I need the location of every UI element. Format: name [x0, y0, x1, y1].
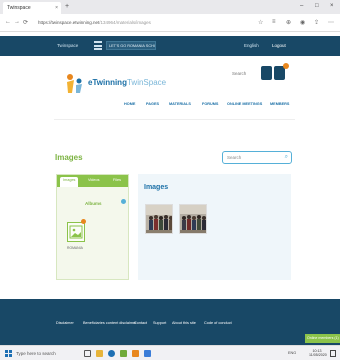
- browser-tab-title: Twinspace: [7, 5, 31, 11]
- edge-browser-icon[interactable]: [108, 350, 115, 357]
- menu-forums[interactable]: FORUMS: [202, 102, 218, 106]
- images-panel: Images: [138, 174, 291, 280]
- group-photo: [146, 205, 172, 233]
- logo-text-twinspace: TwinSpace: [126, 78, 167, 87]
- url-host: https://twinspace.etwinning.net: [38, 20, 100, 25]
- tab-videos[interactable]: Videos: [88, 178, 100, 182]
- notification-center-icon[interactable]: [330, 350, 336, 357]
- windows-taskbar: Type here to search ENG 10:13 11/05/2020: [0, 345, 340, 360]
- search-icon[interactable]: ⌕: [285, 154, 288, 161]
- online-members-badge[interactable]: Online members (1): [305, 334, 340, 343]
- main-content: Images Search ⌕ Images Videos Files Albu…: [0, 121, 340, 299]
- footer-link-disclaimer[interactable]: Disclaimer: [56, 321, 74, 325]
- album-name[interactable]: ROMANIA: [67, 246, 83, 250]
- app-icon[interactable]: [132, 350, 139, 357]
- reading-icon[interactable]: ≡: [272, 19, 276, 25]
- media-tabs: Images Videos Files: [57, 175, 128, 187]
- task-view-icon[interactable]: [84, 350, 91, 357]
- close-tab-icon[interactable]: ×: [55, 5, 58, 11]
- image-placeholder-icon: [69, 225, 83, 239]
- site-footer: Disclaimer Beneficiaries content disclai…: [0, 299, 340, 345]
- collections-icon[interactable]: ⊕: [286, 19, 291, 26]
- etwinning-logo[interactable]: eTwinningTwinSpace: [64, 73, 174, 95]
- file-explorer-icon[interactable]: [96, 350, 103, 357]
- forward-button[interactable]: →: [14, 19, 20, 25]
- star-icon[interactable]: ☆: [258, 19, 263, 26]
- search-placeholder: Search: [227, 155, 242, 160]
- new-tab-button[interactable]: +: [65, 3, 69, 11]
- menu-members[interactable]: MEMBERS: [270, 102, 289, 106]
- footer-link-beneficiaries[interactable]: Beneficiaries content disclaimer: [83, 321, 136, 325]
- image-thumbnail[interactable]: [145, 204, 173, 234]
- share-icon[interactable]: ⇪: [314, 19, 319, 26]
- clock-date: 11/05/2020: [309, 353, 327, 358]
- header-search-link[interactable]: Search: [232, 71, 246, 76]
- menu-online-meetings[interactable]: ONLINE MEETINGS: [227, 102, 262, 106]
- albums-label: Albums: [85, 201, 102, 206]
- url-input[interactable]: https://twinspace.etwinning.net/134964/m…: [38, 18, 238, 28]
- twinspace-select[interactable]: LET'S GO ROMANIA SCHOOL: [106, 41, 156, 50]
- language-select[interactable]: English: [244, 43, 259, 48]
- tab-files[interactable]: Files: [113, 178, 121, 182]
- group-photo: [180, 205, 206, 233]
- browser-tabbar: Twinspace × + – □ ×: [0, 0, 340, 14]
- maximize-button[interactable]: □: [315, 3, 319, 9]
- app-icon-2[interactable]: [144, 350, 151, 357]
- menu-materials[interactable]: MATERIALS: [169, 102, 191, 106]
- footer-link-about[interactable]: About this site: [172, 321, 196, 325]
- profile-icon[interactable]: ◉: [300, 19, 305, 26]
- album-badge: [81, 219, 86, 224]
- tab-images[interactable]: Images: [60, 177, 79, 187]
- image-thumbnail[interactable]: [179, 204, 207, 234]
- system-tray[interactable]: ENG: [288, 351, 296, 355]
- logout-link[interactable]: Logout: [272, 43, 286, 48]
- footer-link-code-of-conduct[interactable]: Code of conduct: [204, 321, 232, 325]
- windows-start-icon[interactable]: [5, 350, 12, 357]
- album-item[interactable]: [67, 222, 85, 242]
- notification-badge: [283, 63, 289, 69]
- images-panel-title: Images: [144, 184, 169, 191]
- albums-panel: Images Videos Files Albums ROMANIA: [56, 174, 129, 280]
- logo-text-etwinning: eTwinning: [88, 78, 127, 87]
- page-title: Images: [55, 153, 83, 162]
- browser-tab[interactable]: Twinspace ×: [3, 2, 61, 14]
- site-topbar: Twinspace LET'S GO ROMANIA SCHOOL Englis…: [0, 36, 340, 56]
- reload-button[interactable]: ⟳: [23, 19, 28, 26]
- taskbar-search[interactable]: Type here to search: [16, 349, 71, 358]
- close-window-button[interactable]: ×: [330, 3, 334, 9]
- logo-figure-icon: [67, 74, 82, 93]
- footer-links: Disclaimer Beneficiaries content disclai…: [56, 321, 276, 327]
- footer-link-support[interactable]: Support: [153, 321, 166, 325]
- site-header: eTwinningTwinSpace Search HOME PAGES MAT…: [54, 59, 295, 120]
- url-path: /134964/materials/images: [99, 20, 151, 25]
- address-bar: ← → ⟳ https://twinspace.etwinning.net/13…: [0, 14, 340, 32]
- footer-link-contact[interactable]: Contact: [134, 321, 147, 325]
- twinspace-link[interactable]: Twinspace: [57, 43, 78, 48]
- info-icon[interactable]: [121, 199, 126, 204]
- notifications-button[interactable]: [261, 66, 272, 80]
- back-button[interactable]: ←: [5, 19, 11, 25]
- taskbar-clock[interactable]: 10:13 11/05/2020: [309, 349, 327, 358]
- more-icon[interactable]: ⋯: [328, 19, 334, 26]
- menu-home[interactable]: HOME: [124, 102, 135, 106]
- menu-pages[interactable]: PAGES: [146, 102, 159, 106]
- logo-text: eTwinningTwinSpace: [88, 78, 166, 87]
- search-input[interactable]: Search ⌕: [222, 151, 292, 164]
- main-menu: HOME PAGES MATERIALS FORUMS ONLINE MEETI…: [124, 102, 294, 110]
- minimize-button[interactable]: –: [300, 3, 303, 9]
- apps-grid-icon[interactable]: [94, 41, 102, 50]
- store-icon[interactable]: [120, 350, 127, 357]
